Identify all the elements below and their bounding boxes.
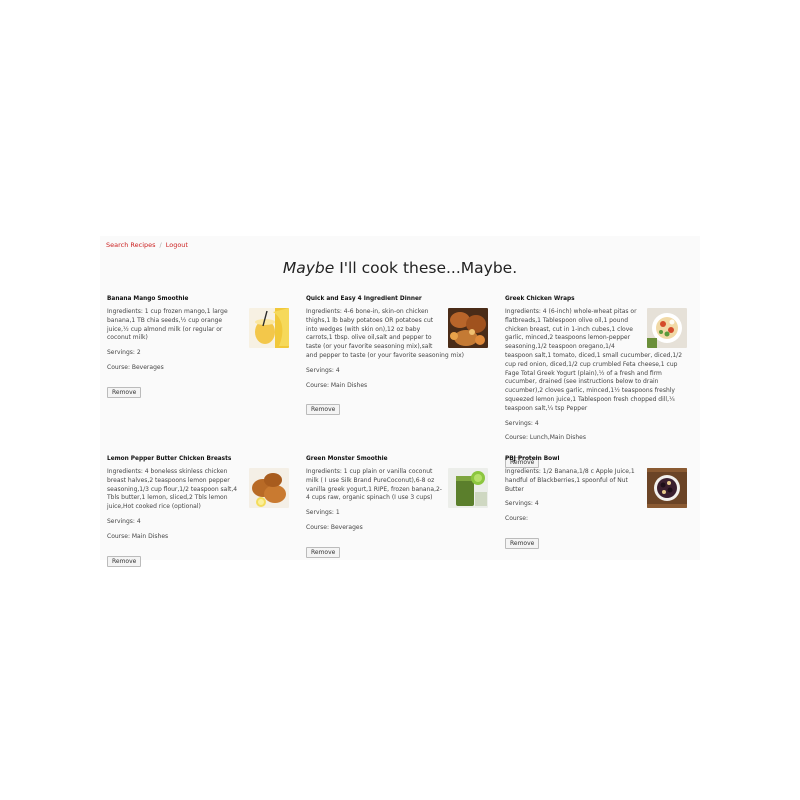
recipe-course: Course: Main Dishes [306,381,368,389]
top-nav: Search Recipes / Logout [106,241,188,249]
remove-button[interactable]: Remove [107,386,142,398]
recipe-course: Course: Beverages [306,523,363,531]
recipe-servings: Servings: 4 [107,517,141,525]
recipe-card: PBJ Protein Bowl Ingredients: 1/2 Banana… [505,456,687,549]
recipe-name: Green Monster Smoothie [306,456,388,462]
recipe-course: Course: [505,515,528,523]
page-title-rest: I'll cook these...Maybe. [334,259,518,277]
remove-button[interactable]: Remove [505,537,540,549]
recipe-course: Course: Lunch,Main Dishes [505,434,586,442]
recipe-card: Quick and Easy 4 Ingredient Dinner Ingre… [306,296,488,416]
recipe-card: Banana Mango Smoothie Ingredients: 1 cup… [107,296,289,398]
recipe-course: Course: Beverages [107,363,164,371]
remove-button[interactable]: Remove [306,546,341,558]
logout-link[interactable]: Logout [166,241,188,249]
recipe-card: Greek Chicken Wraps Ingredients: 4 (6-in… [505,296,687,469]
page-title-emphasis: Maybe [282,259,335,277]
smoothie-image [249,308,289,348]
recipe-name: Greek Chicken Wraps [505,296,575,302]
chicken-dinner-image [448,308,488,348]
recipe-card: Lemon Pepper Butter Chicken Breasts Ingr… [107,456,289,567]
recipe-list-panel: Search Recipes / Logout Maybe I'll cook th… [100,236,700,567]
remove-button[interactable]: Remove [306,404,341,416]
recipe-name: Quick and Easy 4 Ingredient Dinner [306,296,422,302]
page-title: Maybe I'll cook these...Maybe. [100,259,700,277]
green-smoothie-image [448,468,488,508]
pbj-bowl-image [647,468,687,508]
recipe-name: Banana Mango Smoothie [107,296,189,302]
recipe-servings: Servings: 4 [505,419,539,427]
recipe-servings: Servings: 2 [107,349,141,357]
recipe-servings: Servings: 1 [306,509,340,517]
recipe-card: Green Monster Smoothie Ingredients: 1 cu… [306,456,488,558]
recipe-course: Course: Main Dishes [107,532,169,540]
remove-button[interactable]: Remove [107,555,142,567]
recipe-name: PBJ Protein Bowl [505,456,560,462]
recipe-name: Lemon Pepper Butter Chicken Breasts [107,456,232,462]
search-recipes-link[interactable]: Search Recipes [106,241,156,249]
greek-wrap-image [647,308,687,348]
nav-separator: / [159,241,162,249]
recipe-servings: Servings: 4 [306,366,340,374]
lemon-chicken-image [249,468,289,508]
